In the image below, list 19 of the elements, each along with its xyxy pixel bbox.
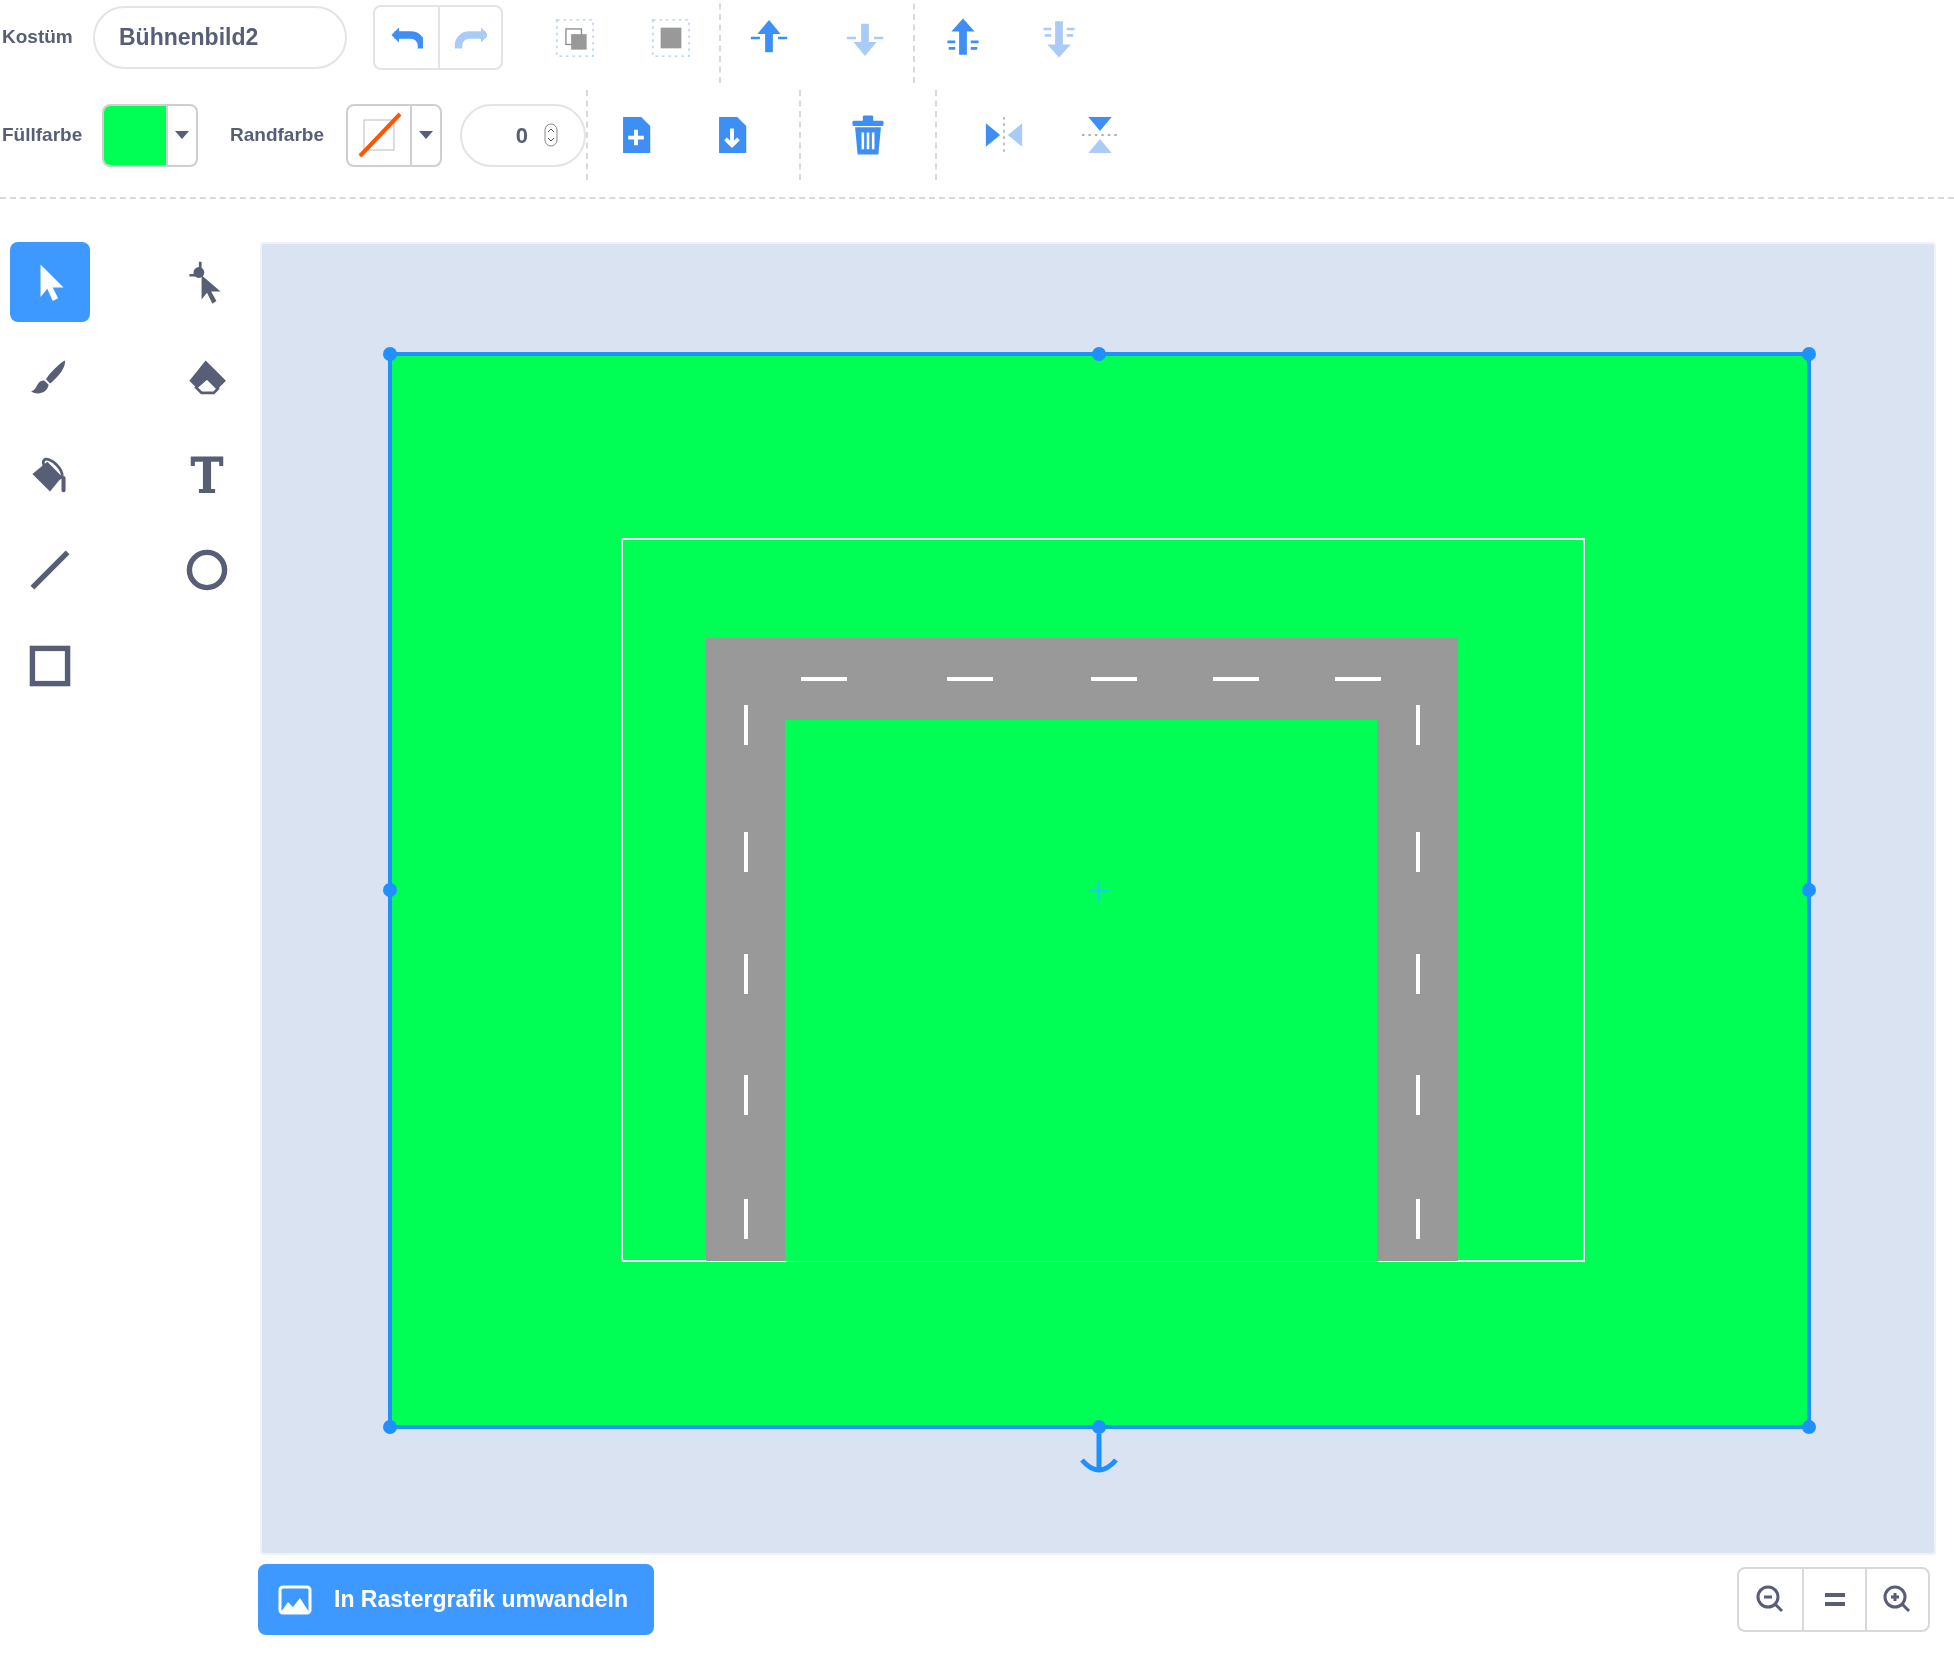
- no-color-icon: [356, 112, 402, 158]
- stepper-icon: [544, 123, 558, 147]
- outline-color-label: Randfarbe: [230, 122, 325, 147]
- undo-icon: [390, 25, 423, 50]
- outline-color-picker[interactable]: [346, 103, 442, 167]
- image-icon: [278, 1584, 312, 1615]
- fill-color-picker[interactable]: [102, 103, 198, 167]
- costume-label: Kostüm: [2, 25, 74, 50]
- drawing-canvas[interactable]: [260, 242, 1936, 1555]
- crosshair-icon: [1088, 880, 1110, 902]
- cursor-tool-button[interactable]: [10, 242, 90, 322]
- square-icon: [27, 643, 73, 689]
- caret-icon: [419, 131, 433, 139]
- caret-icon: [175, 131, 189, 139]
- rotation-handle[interactable]: [1079, 1431, 1119, 1473]
- fill-color-label: Füllfarbe: [2, 122, 84, 147]
- costume-name-field[interactable]: Bühnenbild2: [93, 6, 347, 69]
- redo-icon: [454, 25, 487, 50]
- outline-width-field[interactable]: 0: [460, 103, 586, 167]
